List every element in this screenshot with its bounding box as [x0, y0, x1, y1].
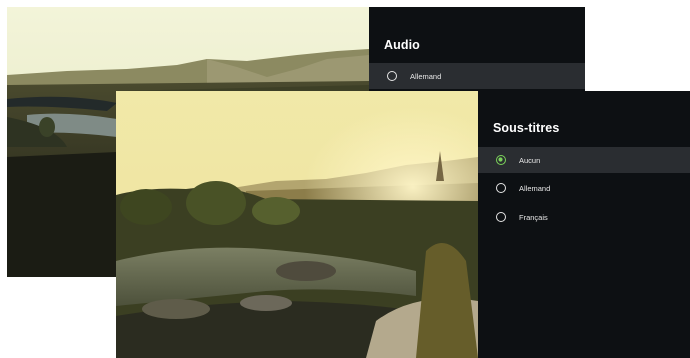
subtitles-screen: Sous-titres Aucun Allemand Français	[116, 91, 690, 358]
audio-option-allemand[interactable]: Allemand	[369, 63, 585, 89]
subtitle-option-label: Français	[519, 212, 548, 222]
subtitle-option-label: Aucun	[519, 155, 541, 165]
radio-button-icon	[387, 71, 397, 81]
subtitle-option-aucun[interactable]: Aucun	[478, 147, 690, 173]
subtitles-menu-panel: Sous-titres Aucun Allemand Français	[478, 91, 690, 358]
radio-button-icon	[496, 183, 506, 193]
sunset-river-video-image	[116, 91, 478, 358]
subtitle-option-allemand[interactable]: Allemand	[478, 175, 690, 201]
audio-menu-title: Audio	[384, 38, 420, 52]
subtitles-menu-title: Sous-titres	[493, 121, 560, 135]
video-frame	[116, 91, 478, 358]
audio-option-label: Allemand	[410, 71, 442, 81]
subtitle-option-francais[interactable]: Français	[478, 204, 690, 230]
subtitle-option-label: Allemand	[519, 183, 551, 193]
radio-button-icon	[496, 212, 506, 222]
radio-selected-icon	[496, 155, 506, 165]
